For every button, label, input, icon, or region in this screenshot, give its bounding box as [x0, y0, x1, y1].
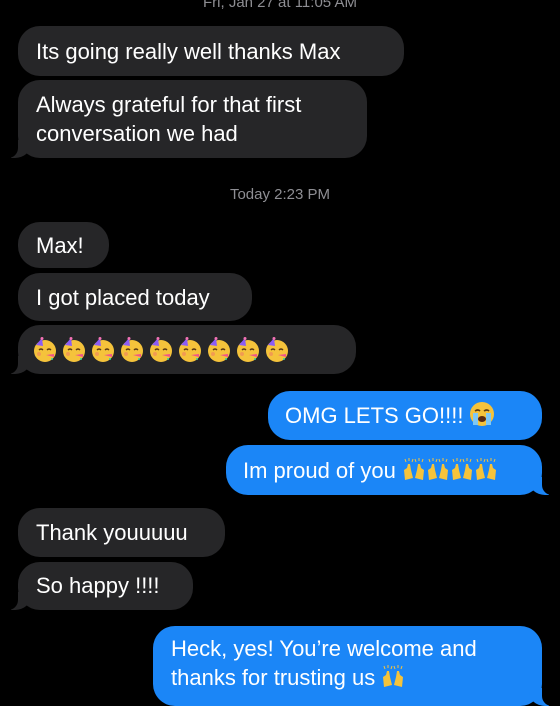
- timestamp-today: Today 2:23 PM: [229, 186, 331, 203]
- message-bubble-incoming-emoji[interactable]: [6, 325, 356, 374]
- message-text: I got placed today: [36, 285, 210, 310]
- partying-face-emoji-icon: [119, 336, 145, 363]
- message-bubble-incoming[interactable]: Thank youuuuu: [18, 508, 225, 557]
- partying-face-emoji-icon: [206, 336, 232, 363]
- message-text: OMG LETS GO!!!!: [285, 403, 464, 428]
- message-bubble-incoming[interactable]: Its going really well thanks Max: [18, 26, 404, 76]
- raising-hands-emoji-group: [381, 665, 405, 689]
- message-text-line-2: conversation we had: [36, 121, 238, 146]
- partying-face-emoji-icon: [177, 336, 203, 363]
- message-text: Max!: [36, 233, 84, 258]
- raising-hands-emoji-icon: [402, 458, 426, 482]
- raising-hands-emoji-icon: [474, 458, 498, 482]
- message-text: Thank youuuuu: [36, 520, 188, 545]
- message-bubble-incoming[interactable]: Max!: [18, 222, 109, 268]
- message-text: Im proud of you: [243, 458, 396, 483]
- message-bubble-incoming[interactable]: I got placed today: [18, 273, 252, 321]
- raising-hands-emoji-icon: [381, 665, 405, 689]
- message-bubble-outgoing[interactable]: Heck, yes! You’re welcome and thanks for…: [153, 626, 554, 706]
- emoji-row: [32, 325, 342, 374]
- raising-hands-emoji-icon: [450, 458, 474, 482]
- timestamp-top: Fri, Jan 27 at 11:05 AM: [203, 0, 357, 11]
- message-text-line-2: thanks for trusting us: [171, 663, 524, 692]
- message-text-line-1: Heck, yes! You’re welcome and: [171, 636, 477, 661]
- raising-hands-emoji-group: [402, 458, 498, 482]
- partying-face-emoji-icon: [61, 336, 87, 363]
- partying-face-emoji-icon: [264, 336, 290, 363]
- message-text: So happy !!!!: [36, 573, 160, 598]
- message-text: Its going really well thanks Max: [36, 39, 341, 64]
- message-bubble-incoming[interactable]: Always grateful for that first conversat…: [6, 80, 367, 158]
- partying-face-emoji-icon: [90, 336, 116, 363]
- loudly-crying-face-emoji-icon: [469, 401, 495, 427]
- message-text-line-1: Always grateful for that first: [36, 92, 302, 117]
- message-bubble-outgoing[interactable]: OMG LETS GO!!!!: [268, 391, 542, 440]
- message-bubble-outgoing[interactable]: Im proud of you: [226, 445, 554, 495]
- partying-face-emoji-icon: [32, 336, 58, 363]
- raising-hands-emoji-icon: [426, 458, 450, 482]
- partying-face-emoji-icon: [235, 336, 261, 363]
- message-bubble-incoming[interactable]: So happy !!!!: [6, 562, 193, 610]
- partying-face-emoji-icon: [148, 336, 174, 363]
